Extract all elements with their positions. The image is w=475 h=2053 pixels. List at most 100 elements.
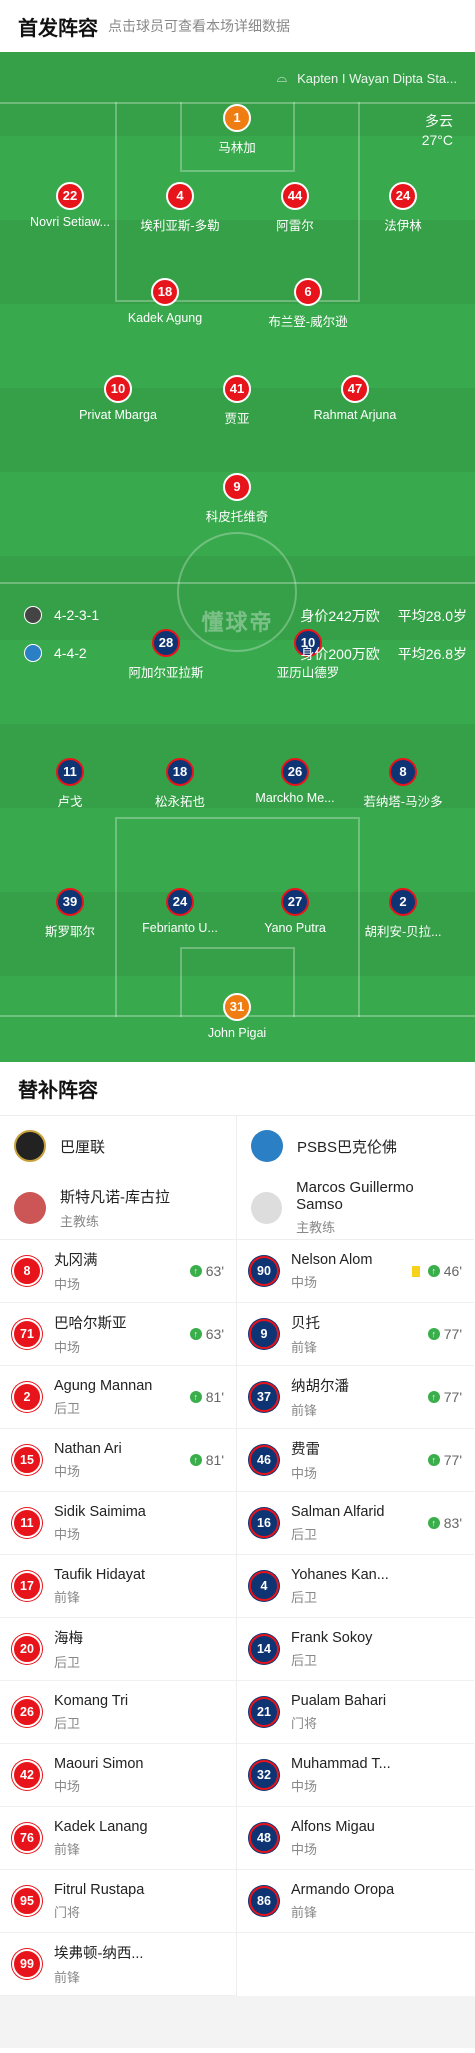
sub-player-row[interactable]: 20 海梅 后卫 — [0, 1618, 236, 1681]
sub-player-name: Taufik Hidayat — [54, 1566, 146, 1583]
coach-avatar — [14, 1191, 46, 1224]
home-player[interactable]: 9 科皮托维奇 — [162, 473, 312, 525]
sub-player-position: 中场 — [291, 1778, 318, 1794]
sub-on-icon: ↑ — [189, 1391, 202, 1403]
sub-player-row[interactable]: 9 贝托 前锋 ↑ 77' — [237, 1303, 474, 1366]
sub-player-number: 15 — [12, 1445, 42, 1475]
sub-on-icon: ↑ — [189, 1265, 202, 1277]
home-team-row[interactable]: 巴厘联 — [0, 1116, 236, 1176]
sub-player-name: Nelson Alom — [291, 1251, 373, 1268]
away-team-row[interactable]: PSBS巴克伦佛 — [237, 1116, 474, 1176]
sub-player-row[interactable]: 48 Alfons Migau 中场 — [237, 1807, 474, 1870]
sub-player-name: 埃弗顿-纳西... — [54, 1946, 144, 1962]
player-number: 31 — [223, 993, 251, 1021]
sub-player-name: 贝托 — [291, 1316, 320, 1332]
lineup-title: 首发阵容 — [18, 17, 98, 40]
sub-player-position: 中场 — [54, 1277, 81, 1292]
player-number: 24 — [389, 182, 417, 210]
player-name: Rahmat Arjuna — [313, 408, 397, 422]
sub-player-name: Muhammad T... — [291, 1755, 391, 1772]
sub-player-row[interactable]: 4 Yohanes Kan... 后卫 — [237, 1555, 474, 1618]
sub-on-icon: ↑ — [427, 1454, 440, 1466]
sub-player-position: 中场 — [291, 1274, 318, 1290]
sub-player-row[interactable]: 21 Pualam Bahari 门将 — [237, 1681, 474, 1744]
stadium-icon: ⌓ — [276, 70, 288, 85]
home-player[interactable]: 24 法伊林 — [328, 182, 475, 234]
sub-player-number: 99 — [12, 1949, 42, 1979]
away-player[interactable]: 31 John Pigai — [162, 993, 312, 1040]
sub-player-name: Nathan Ari — [54, 1440, 122, 1457]
sub-player-row[interactable]: 15 Nathan Ari 中场 ↑ 81' — [0, 1429, 236, 1492]
sub-event: ↑ 81' — [189, 1452, 224, 1468]
sub-player-row[interactable]: 26 Komang Tri 后卫 — [0, 1681, 236, 1744]
sub-player-row[interactable]: 37 纳胡尔潘 前锋 ↑ 77' — [237, 1366, 474, 1429]
sub-player-row[interactable]: 90 Nelson Alom 中场 ↑ 46' — [237, 1240, 474, 1303]
sub-player-name: 丸冈满 — [54, 1253, 98, 1269]
subs-title: 替补阵容 — [0, 1062, 475, 1116]
player-number: 26 — [281, 758, 309, 786]
sub-player-position: 门将 — [291, 1715, 318, 1731]
sub-player-row[interactable]: 17 Taufik Hidayat 前锋 — [0, 1555, 236, 1618]
coach-avatar-placeholder — [251, 1191, 283, 1224]
sub-player-position: 前锋 — [54, 1841, 81, 1857]
sub-player-number: 4 — [249, 1571, 279, 1601]
sub-player-position: 前锋 — [54, 1970, 81, 1985]
subs-section: 巴厘联 斯特凡诺-库古拉 主教练 8 丸冈满 中场 ↑ 63' 71 巴哈尔斯亚 中场 ↑ 63'… — [0, 1116, 475, 1996]
home-player[interactable]: 18 Kadek Agung — [90, 278, 240, 325]
sub-on-icon: ↑ — [189, 1454, 202, 1466]
sub-on-time: 46' — [443, 1263, 462, 1279]
sub-player-position: 中场 — [291, 1841, 318, 1857]
home-coach[interactable]: 斯特凡诺-库古拉 主教练 — [0, 1176, 236, 1240]
sub-player-number: 46 — [249, 1445, 279, 1475]
home-crest-icon — [14, 1130, 46, 1162]
player-number: 47 — [341, 375, 369, 403]
home-player[interactable]: 47 Rahmat Arjuna — [280, 375, 430, 422]
sub-player-row[interactable]: 95 Fitrul Rustapa 门将 — [0, 1870, 236, 1933]
venue-name: Kapten I Wayan Dipta Sta... — [297, 70, 457, 86]
sub-player-row[interactable]: 16 Salman Alfarid 后卫 ↑ 83' — [237, 1492, 474, 1555]
player-name: Kadek Agung — [127, 311, 203, 325]
sub-event: ↑ 83' — [427, 1515, 462, 1531]
sub-player-row[interactable]: 32 Muhammad T... 中场 — [237, 1744, 474, 1807]
player-number: 44 — [281, 182, 309, 210]
sub-player-position: 前锋 — [291, 1340, 318, 1355]
weather-temp: 27°C — [421, 132, 453, 148]
sub-player-row[interactable]: 8 丸冈满 中场 ↑ 63' — [0, 1240, 236, 1303]
sub-player-name: Salman Alfarid — [291, 1503, 385, 1520]
sub-player-row[interactable]: 99 埃弗顿-纳西... 前锋 — [0, 1933, 236, 1996]
sub-player-row[interactable]: 46 费雷 中场 ↑ 77' — [237, 1429, 474, 1492]
sub-player-row[interactable]: 14 Frank Sokoy 后卫 — [237, 1618, 474, 1681]
sub-player-number: 11 — [12, 1508, 42, 1538]
watermark-logo: 懂球帝 — [201, 610, 274, 635]
sub-player-number: 95 — [12, 1886, 42, 1916]
away-player[interactable]: 2 胡利安-贝拉... — [328, 888, 475, 940]
player-name: John Pigai — [207, 1026, 267, 1040]
sub-player-number: 71 — [12, 1319, 42, 1349]
sub-player-number: 42 — [12, 1760, 42, 1790]
player-name: 布兰登-威尔逊 — [268, 315, 348, 329]
sub-player-row[interactable]: 42 Maouri Simon 中场 — [0, 1744, 236, 1807]
home-player[interactable]: 1 马林加 — [162, 104, 312, 156]
sub-player-number: 20 — [12, 1634, 42, 1664]
sub-on-time: 77' — [443, 1326, 462, 1342]
player-name: 马林加 — [218, 141, 256, 155]
sub-player-name: 巴哈尔斯亚 — [54, 1316, 127, 1332]
sub-player-row[interactable]: 71 巴哈尔斯亚 中场 ↑ 63' — [0, 1303, 236, 1366]
player-number: 41 — [223, 375, 251, 403]
sub-event: ↑ 77' — [427, 1326, 462, 1342]
sub-player-position: 前锋 — [291, 1904, 318, 1920]
sub-player-row[interactable]: 2 Agung Mannan 后卫 ↑ 81' — [0, 1366, 236, 1429]
player-name: 亚历山德罗 — [276, 666, 340, 680]
player-number: 1 — [223, 104, 251, 132]
sub-player-row[interactable]: 86 Armando Oropa 前锋 — [237, 1870, 474, 1933]
sub-player-row[interactable]: 76 Kadek Lanang 前锋 — [0, 1807, 236, 1870]
sub-player-position: 中场 — [54, 1340, 81, 1355]
sub-player-row[interactable]: 11 Sidik Saimima 中场 — [0, 1492, 236, 1555]
home-player[interactable]: 6 布兰登-威尔逊 — [233, 278, 383, 330]
sub-player-position: 后卫 — [54, 1655, 81, 1670]
away-coach[interactable]: Marcos Guillermo Samso 主教练 — [237, 1176, 474, 1240]
sub-event: ↑ 81' — [189, 1389, 224, 1405]
player-number: 39 — [56, 888, 84, 916]
sub-player-name: Maouri Simon — [54, 1755, 144, 1772]
away-player[interactable]: 8 若纳塔-马沙多 — [328, 758, 475, 810]
